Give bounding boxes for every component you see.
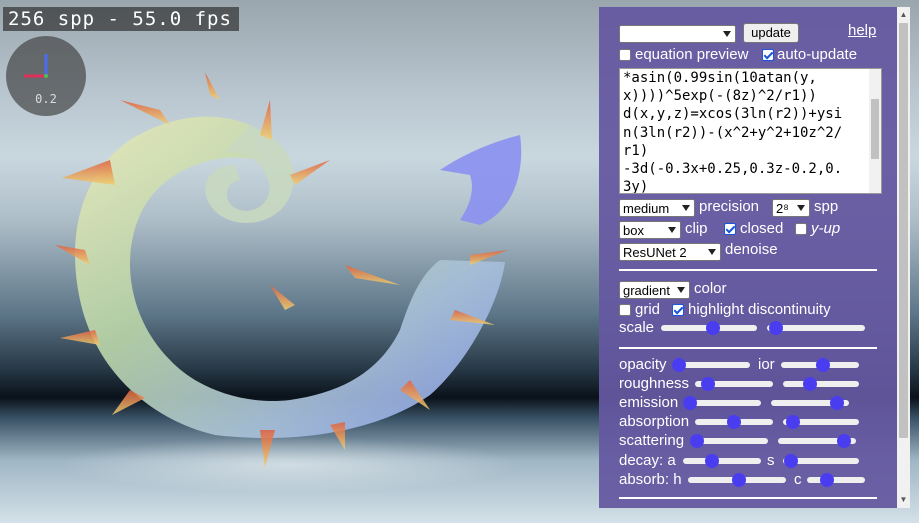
decay-s-slider[interactable] (783, 454, 859, 468)
ior-label: ior (758, 356, 775, 373)
precision-select[interactable]: medium (619, 199, 695, 217)
scroll-down-icon[interactable]: ▼ (897, 494, 910, 506)
equation-text[interactable]: *asin(0.99sin(10atan(y, x))))^5exp(-(8z)… (620, 69, 881, 193)
spp-select[interactable]: 2⁸ (772, 199, 810, 217)
absorption-slider-2[interactable] (783, 415, 859, 429)
precision-label: precision (699, 198, 760, 215)
grid-label: grid (635, 301, 661, 318)
editor-scrollbar[interactable] (869, 69, 881, 193)
absorb-c-label: c (794, 471, 802, 488)
absorption-slider[interactable] (695, 415, 773, 429)
auto-update-checkbox[interactable] (762, 49, 774, 61)
opacity-slider[interactable] (672, 358, 750, 372)
help-link[interactable]: help (848, 22, 876, 39)
scattering-slider-2[interactable] (778, 434, 856, 448)
spiral-tail (440, 135, 522, 225)
divider (619, 497, 877, 499)
spp-label: spp (814, 198, 839, 215)
equation-preview-label: equation preview (635, 46, 749, 63)
y-up-label: y-up (811, 220, 841, 237)
update-button[interactable]: update (743, 23, 799, 43)
equation-editor[interactable]: *asin(0.99sin(10atan(y, x))))^5exp(-(8z)… (619, 68, 882, 194)
floor-reflection (60, 437, 520, 493)
opacity-label: opacity (619, 356, 667, 373)
gizmo-value: 0.2 (35, 92, 57, 106)
emission-slider-2[interactable] (771, 396, 849, 410)
axis-gizmo[interactable]: 0.2 (6, 36, 86, 116)
divider (619, 269, 877, 271)
scale-slider-a[interactable] (661, 321, 757, 335)
closed-label: closed (740, 220, 784, 237)
scale-slider-b[interactable] (767, 321, 865, 335)
denoise-select[interactable]: ResUNet 2 (619, 243, 721, 261)
emission-slider[interactable] (683, 396, 761, 410)
decay-s-label: s (767, 452, 775, 469)
highlight-discontinuity-label: highlight discontinuity (688, 301, 831, 318)
auto-update-label: auto-update (777, 46, 858, 63)
roughness-label: roughness (619, 375, 690, 392)
absorb-c-slider[interactable] (807, 473, 865, 487)
scattering-label: scattering (619, 432, 685, 449)
equation-preview-checkbox[interactable] (619, 49, 631, 61)
scale-label: scale (619, 319, 655, 336)
clip-select[interactable]: box (619, 221, 681, 239)
color-label: color (694, 280, 727, 297)
grid-checkbox[interactable] (619, 304, 631, 316)
absorb-h-slider[interactable] (688, 473, 786, 487)
fps-counter: 256 spp - 55.0 fps (3, 7, 239, 31)
panel-scrollbar[interactable]: ▲ ▼ (897, 7, 910, 508)
settings-panel: update help equation preview auto-update… (599, 7, 897, 508)
ior-slider[interactable] (781, 358, 859, 372)
divider (619, 347, 877, 349)
closed-checkbox[interactable] (724, 223, 736, 235)
absorption-label: absorption (619, 413, 690, 430)
emission-label: emission (619, 394, 679, 411)
scattering-slider[interactable] (690, 434, 768, 448)
denoise-label: denoise (725, 241, 778, 258)
absorb-h-label: absorb: h (619, 471, 682, 488)
roughness-slider[interactable] (695, 377, 773, 391)
scroll-up-icon[interactable]: ▲ (897, 9, 910, 21)
scrollbar-thumb[interactable] (899, 23, 908, 438)
clip-label: clip (685, 220, 708, 237)
roughness-slider-2[interactable] (783, 377, 859, 391)
color-select[interactable]: gradient (619, 281, 690, 299)
highlight-discontinuity-checkbox[interactable] (672, 304, 684, 316)
decay-a-slider[interactable] (683, 454, 761, 468)
decay-a-label: decay: a (619, 452, 676, 469)
y-up-checkbox[interactable] (795, 223, 807, 235)
preset-select[interactable] (619, 25, 736, 43)
